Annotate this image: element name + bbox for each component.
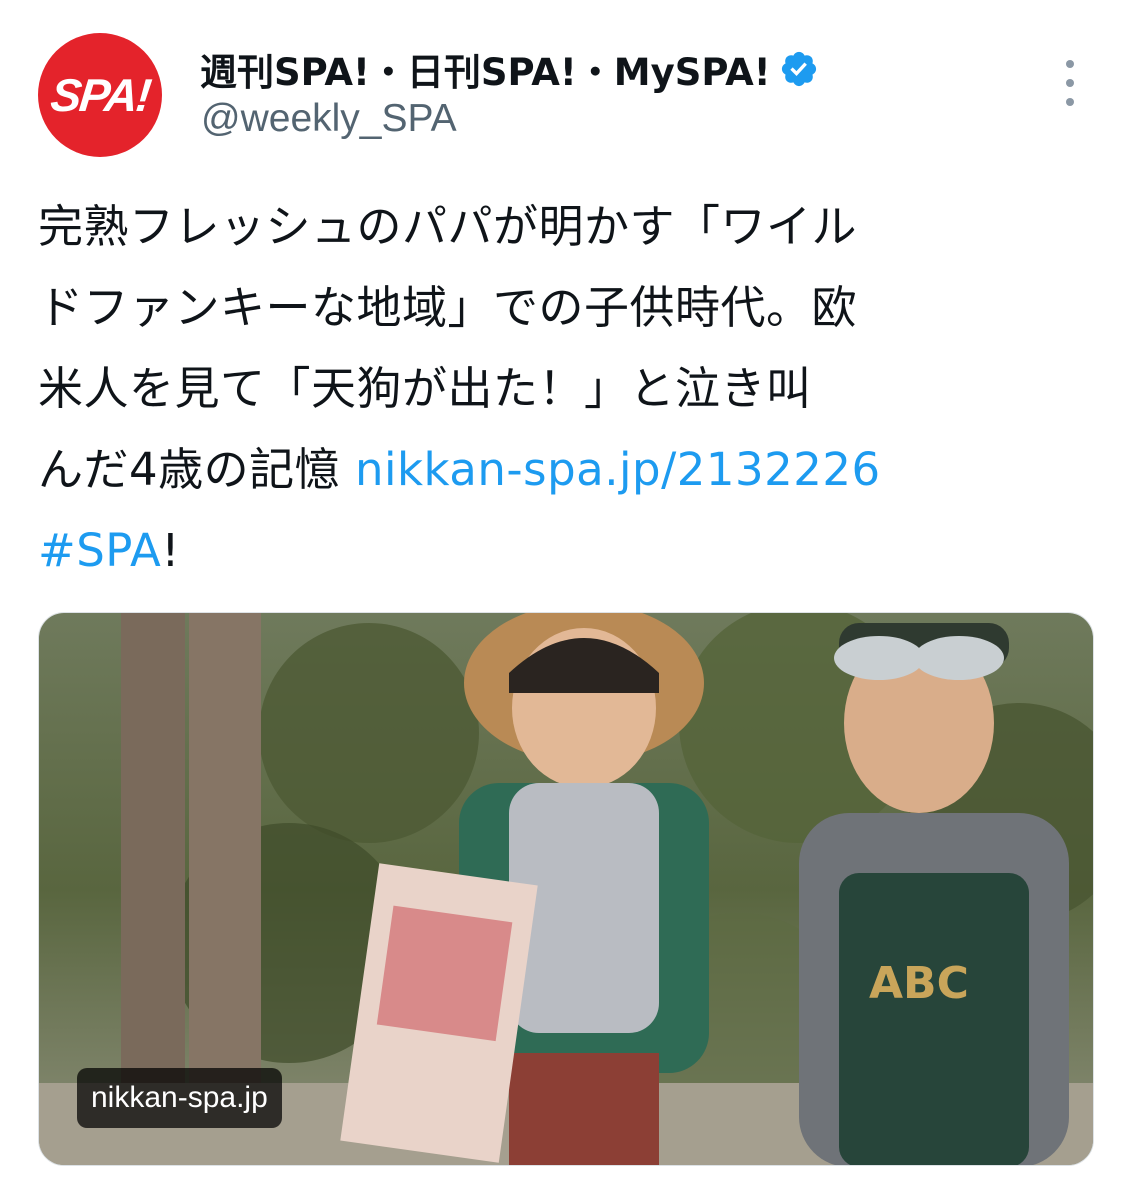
avatar[interactable]: SPA!	[38, 33, 162, 157]
tweet-text-line: 完熟フレッシュのパパが明かす「ワイル	[38, 200, 858, 253]
tweet-text-line: んだ4歳の記憶 nikkan-spa.jp/2132226	[38, 429, 1098, 510]
link-card-image[interactable]: ABC nikkan-spa.jp	[38, 612, 1094, 1166]
tweet-text-line: 米人を見て「天狗が出た！」と泣き叫	[38, 362, 812, 415]
tweet-text-line: ドファンキーな地域」での子供時代。欧	[38, 281, 858, 334]
verified-badge-icon	[779, 49, 819, 89]
avatar-logo-text: SPA!	[48, 69, 152, 121]
tweet-link[interactable]: nikkan-spa.jp/2132226	[355, 443, 881, 496]
tweet-text-prefix: んだ4歳の記憶	[38, 443, 355, 496]
display-name[interactable]: 週刊SPA!・日刊SPA!・MySPA!	[200, 42, 771, 96]
author-handle[interactable]: @weekly_SPA	[201, 97, 457, 141]
hashtag-link[interactable]: #SPA	[38, 524, 161, 577]
tweet-text-line: #SPA!	[38, 510, 1098, 591]
svg-text:ABC: ABC	[869, 958, 969, 1009]
author-name-row: 週刊SPA!・日刊SPA!・MySPA!	[200, 42, 819, 96]
tweet-text: 完熟フレッシュのパパが明かす「ワイル ドファンキーな地域」での子供時代。欧 米人…	[38, 186, 1098, 591]
more-vertical-icon[interactable]	[1058, 60, 1082, 106]
domain-badge[interactable]: nikkan-spa.jp	[77, 1068, 282, 1128]
hashtag-suffix: !	[161, 524, 180, 577]
